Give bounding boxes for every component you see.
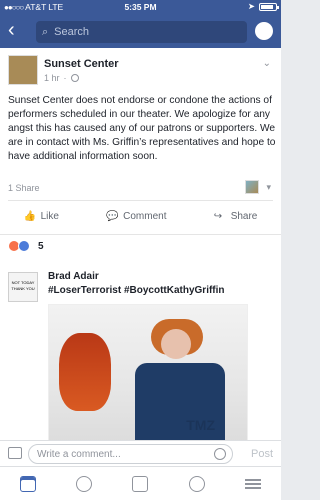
caret-down-icon[interactable]: ▾ [266, 182, 271, 193]
video-icon[interactable] [76, 475, 93, 492]
reactions-summary[interactable]: 5 [8, 240, 44, 252]
status-bar: ●●○○○ AT&T LTE 5:35 PM ➤ [0, 0, 281, 14]
comment-text: #LoserTerrorist #BoycottKathyGriffin [48, 285, 225, 296]
divider [8, 200, 273, 201]
post-text: Sunset Center does not endorse or condon… [8, 95, 276, 163]
top-bar: ●●○○○ AT&T LTE 5:35 PM ➤ ‹ ⌕ Search [0, 0, 281, 48]
like-reaction-icon [18, 240, 30, 252]
messenger-icon[interactable] [255, 22, 273, 40]
comment-label: Comment [123, 210, 167, 222]
share-count[interactable]: 1 Share [8, 183, 40, 193]
share-avatar [245, 180, 259, 194]
marketplace-icon[interactable] [132, 475, 149, 492]
reaction-count: 5 [38, 240, 44, 252]
search-placeholder: Search [54, 26, 90, 38]
status-right: ➤ [247, 1, 279, 12]
comment-input[interactable]: Write a comment... [28, 444, 233, 464]
thumbs-up-icon: 👍 [23, 210, 37, 222]
comment-avatar[interactable]: NOT TODAY THANK YOU [8, 272, 38, 302]
share-button[interactable]: ↪ Share [214, 211, 258, 222]
page-avatar[interactable] [8, 55, 38, 85]
status-time: 5:35 PM [124, 2, 157, 12]
photo-prop [59, 333, 111, 411]
chevron-down-icon[interactable]: ⌄ [263, 58, 271, 69]
battery-icon [259, 2, 279, 11]
bottom-nav [0, 466, 281, 500]
comment-item: NOT TODAY THANK YOU Brad Adair #LoserTer… [0, 268, 281, 444]
comment-author[interactable]: Brad Adair [48, 271, 99, 282]
share-label: Share [230, 210, 258, 222]
comment-photo[interactable]: TMZ [48, 304, 248, 444]
like-label: Like [40, 210, 59, 222]
post-card: Sunset Center 1 hr · ⌄ Sunset Center doe… [0, 48, 281, 268]
meta-separator: · [63, 73, 67, 83]
divider [0, 234, 281, 235]
page-name[interactable]: Sunset Center [44, 58, 119, 70]
location-icon: ➤ [247, 1, 255, 11]
comment-placeholder: Write a comment... [37, 448, 121, 460]
comment-button[interactable]: 💬 Comment [106, 211, 166, 222]
search-bar[interactable]: ⌕ Search [36, 21, 247, 43]
avatar-text: NOT TODAY THANK YOU [11, 280, 35, 291]
search-icon: ⌕ [42, 25, 49, 38]
post-time: 1 hr [44, 73, 60, 83]
photo-face [161, 329, 191, 359]
menu-icon[interactable] [244, 475, 261, 492]
share-icon: ↪ [213, 210, 223, 222]
post-meta: 1 hr · [44, 73, 79, 83]
post-button[interactable]: Post [251, 448, 273, 460]
post-actions: 👍 Like 💬 Comment ↪ Share [0, 204, 281, 228]
globe-icon [70, 74, 79, 82]
camera-icon[interactable] [8, 447, 22, 459]
back-button[interactable]: ‹ [8, 20, 26, 41]
notifications-globe-icon[interactable] [188, 475, 205, 492]
like-button[interactable]: 👍 Like [24, 211, 59, 222]
comment-composer: Write a comment... Post [0, 440, 281, 466]
comment-icon: 💬 [106, 210, 119, 222]
news-feed-icon[interactable] [20, 475, 37, 492]
emoji-icon[interactable] [214, 448, 226, 460]
photo-watermark: TMZ [186, 417, 215, 433]
